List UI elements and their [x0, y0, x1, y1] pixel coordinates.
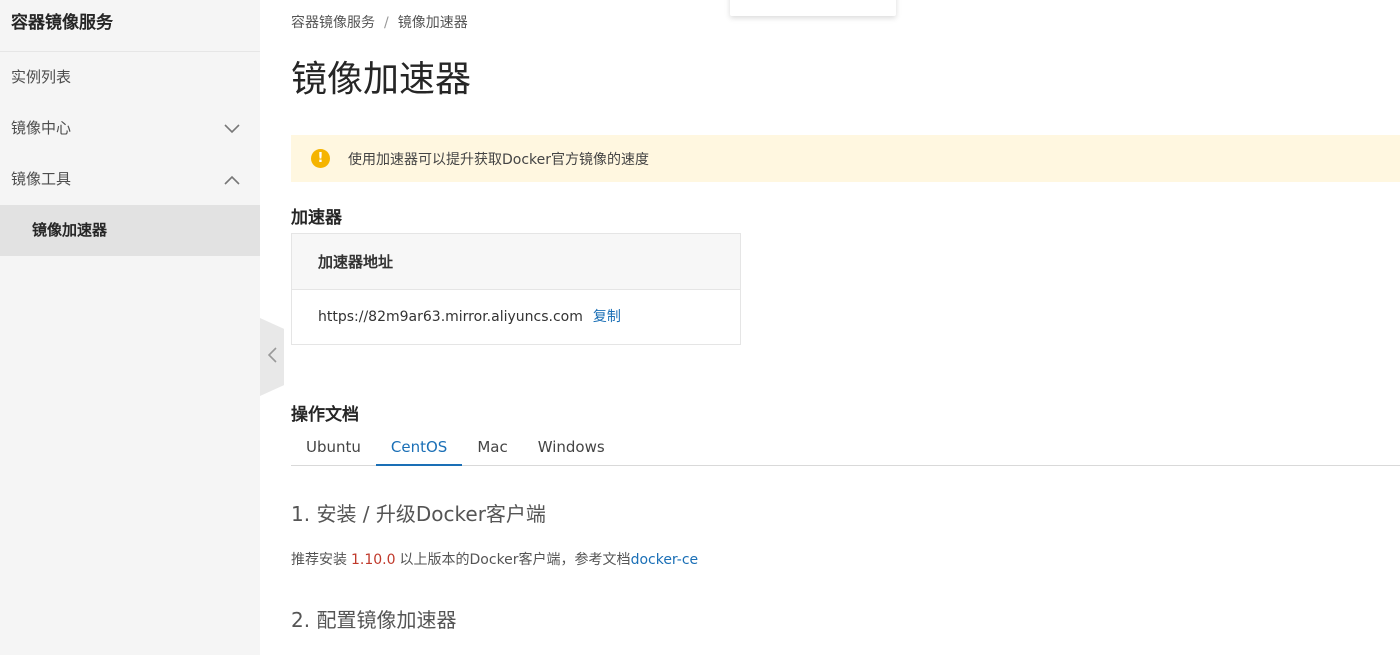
sidebar-item-label: 镜像工具	[11, 170, 72, 188]
sidebar-item-label: 镜像中心	[11, 119, 72, 137]
docker-version: 1.10.0	[351, 552, 396, 568]
accelerator-card: 加速器地址 https://82m9ar63.mirror.aliyuncs.c…	[291, 233, 741, 345]
breadcrumb-root[interactable]: 容器镜像服务	[291, 15, 375, 31]
sidebar-collapse-handle[interactable]	[260, 318, 284, 396]
breadcrumb-separator: /	[384, 15, 389, 31]
accelerator-row: https://82m9ar63.mirror.aliyuncs.com 复制	[292, 290, 740, 345]
sidebar-item-image-tools[interactable]: 镜像工具	[0, 154, 260, 205]
page-title: 镜像加速器	[291, 59, 472, 100]
sidebar-item-instances[interactable]: 实例列表	[0, 52, 260, 103]
sidebar-item-label: 实例列表	[11, 68, 72, 86]
docs-tabs: Ubuntu CentOS Mac Windows	[291, 430, 1400, 466]
tab-centos[interactable]: CentOS	[375, 430, 463, 466]
breadcrumb-current: 镜像加速器	[397, 15, 468, 31]
chevron-left-icon	[267, 347, 277, 367]
sidebar-item-image-accelerator[interactable]: 镜像加速器	[0, 205, 260, 256]
chevron-up-icon[interactable]	[224, 154, 240, 205]
breadcrumb: 容器镜像服务 / 镜像加速器	[291, 12, 468, 32]
accelerator-section-title: 加速器	[291, 208, 342, 228]
copy-button[interactable]: 复制	[593, 309, 621, 325]
step1-text: 推荐安装 1.10.0 以上版本的Docker客户端，参考文档docker-ce	[291, 549, 698, 569]
docs-section-title: 操作文档	[291, 405, 359, 425]
step1-pre: 推荐安装	[291, 552, 347, 568]
main-content: 容器镜像服务 / 镜像加速器 镜像加速器 ! 使用加速器可以提升获取Docker官方…	[291, 0, 1400, 655]
docker-ce-link[interactable]: docker-ce	[631, 552, 699, 568]
alert-text: 使用加速器可以提升获取Docker官方镜像的速度	[348, 151, 650, 168]
sidebar-item-image-center[interactable]: 镜像中心	[0, 103, 260, 154]
sidebar-title: 容器镜像服务	[0, 0, 260, 52]
warning-icon: !	[311, 149, 330, 168]
tab-ubuntu[interactable]: Ubuntu	[291, 430, 376, 466]
tab-mac[interactable]: Mac	[462, 430, 522, 466]
info-alert: ! 使用加速器可以提升获取Docker官方镜像的速度	[291, 135, 1400, 182]
step1-heading: 1. 安装 / 升级Docker客户端	[291, 502, 546, 526]
chevron-down-icon[interactable]	[224, 103, 240, 154]
accelerator-header: 加速器地址	[292, 234, 740, 290]
step2-heading: 2. 配置镜像加速器	[291, 608, 457, 632]
tab-windows[interactable]: Windows	[523, 430, 620, 466]
sidebar: 容器镜像服务 实例列表 镜像中心 镜像工具 镜像加速器	[0, 0, 260, 655]
step1-mid: 以上版本的Docker客户端，参考文档	[399, 552, 631, 568]
accelerator-url: https://82m9ar63.mirror.aliyuncs.com	[318, 309, 583, 325]
